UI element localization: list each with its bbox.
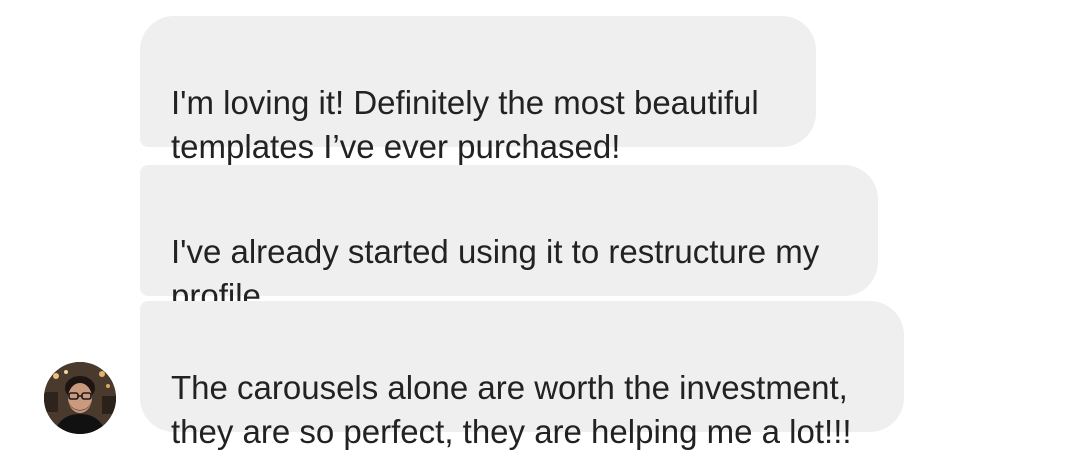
sender-avatar[interactable] — [44, 362, 116, 434]
message-bubble[interactable]: The carousels alone are worth the invest… — [140, 301, 904, 450]
message-text: The carousels alone are worth the invest… — [171, 369, 852, 450]
message-bubble[interactable]: I've already started using it to restruc… — [140, 165, 878, 355]
user-avatar-photo-icon — [44, 362, 116, 434]
message-thread: I'm loving it! Definitely the most beaut… — [0, 0, 1080, 468]
message-text: I'm loving it! Definitely the most beaut… — [171, 84, 759, 165]
message-bubble[interactable]: I'm loving it! Definitely the most beaut… — [140, 16, 816, 165]
